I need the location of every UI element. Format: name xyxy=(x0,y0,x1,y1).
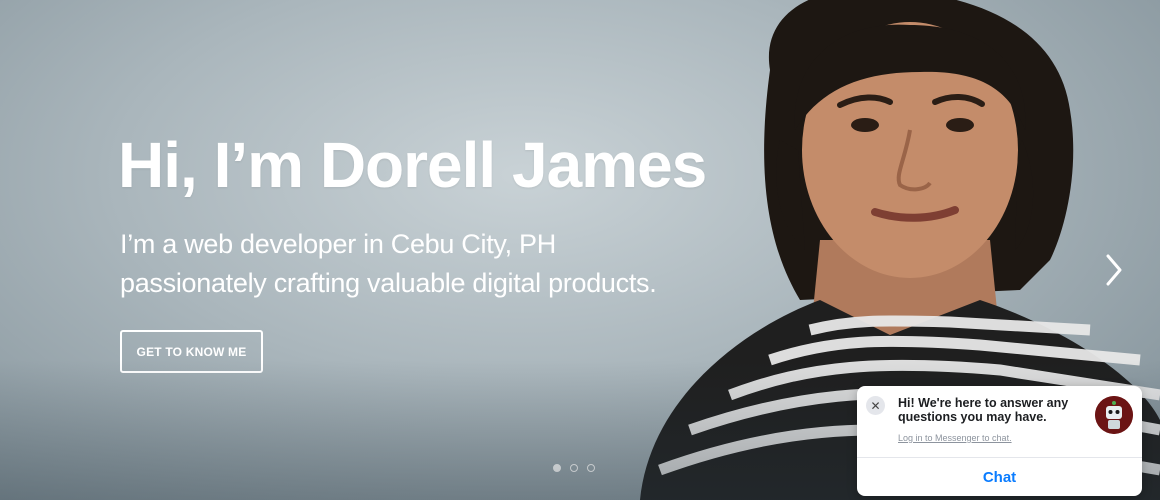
carousel-dot-2[interactable] xyxy=(570,464,578,472)
hero-subtitle-line-2: passionately crafting valuable digital p… xyxy=(120,268,657,298)
messenger-chat-widget: ✕ Hi! We're here to answer any questions… xyxy=(857,386,1142,496)
messenger-greeting: Hi! We're here to answer any questions y… xyxy=(898,396,1069,424)
carousel-next-button[interactable] xyxy=(1100,252,1128,288)
get-to-know-me-button[interactable]: GET TO KNOW ME xyxy=(120,330,263,373)
carousel-dot-1[interactable] xyxy=(553,464,561,472)
hero-headline: Hi, I’m Dorell James xyxy=(118,129,707,201)
messenger-login-link[interactable]: Log in to Messenger to chat. xyxy=(898,433,1012,443)
close-icon[interactable]: ✕ xyxy=(866,396,885,415)
chevron-right-icon xyxy=(1106,254,1122,286)
page-avatar xyxy=(1095,396,1133,434)
hero-subtitle-line-1: I’m a web developer in Cebu City, PH xyxy=(120,229,556,259)
carousel-pagination xyxy=(553,464,595,472)
chat-button[interactable]: Chat xyxy=(857,458,1142,496)
carousel-dot-3[interactable] xyxy=(587,464,595,472)
